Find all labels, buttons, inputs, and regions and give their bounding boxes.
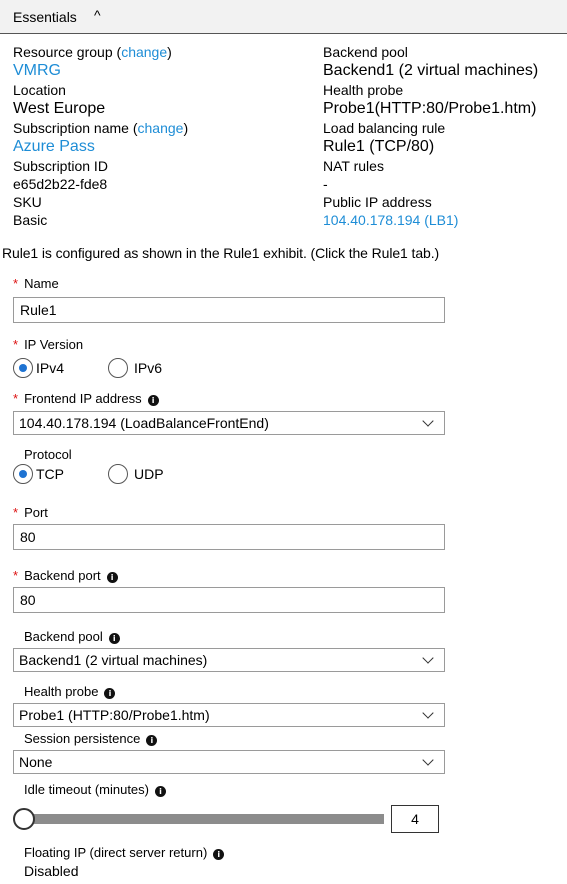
info-icon[interactable]: i — [106, 572, 118, 583]
info-icon[interactable]: i — [155, 786, 166, 797]
backend-port-label: * Backend port i — [13, 568, 118, 583]
protocol-label: Protocol — [24, 447, 72, 462]
name-input[interactable]: Rule1 — [13, 297, 445, 323]
essentials-title: Essentials — [13, 9, 77, 25]
resource-group-value-link[interactable]: VMRG — [13, 62, 61, 80]
idle-timeout-input[interactable]: 4 — [391, 805, 439, 833]
info-icon[interactable]: i — [147, 395, 159, 406]
required-mark: * — [13, 505, 19, 520]
essentials-header[interactable]: Essentials ^ — [0, 0, 567, 34]
frontend-ip-label: * Frontend IP address i — [13, 391, 159, 406]
session-persistence-dropdown[interactable]: None — [13, 750, 445, 774]
resource-group-change-link[interactable]: change — [121, 44, 167, 60]
backend-pool-label: Backend pool — [323, 44, 408, 60]
session-persistence-label: Session persistence i — [24, 731, 158, 746]
tcp-radio[interactable] — [13, 464, 33, 484]
subscription-name-label: Subscription name (change) — [13, 120, 189, 136]
health-probe-selected: Probe1 (HTTP:80/Probe1.htm) — [19, 707, 210, 723]
frontend-ip-value: 104.40.178.194 (LoadBalanceFrontEnd) — [19, 415, 269, 431]
floating-ip-label: Floating IP (direct server return) i — [24, 845, 225, 860]
port-label: * Port — [13, 505, 48, 520]
udp-radio[interactable] — [108, 464, 128, 484]
ipv4-label: IPv4 — [36, 360, 65, 376]
udp-label: UDP — [134, 466, 164, 482]
lb-rule-value: Rule1 (TCP/80) — [323, 138, 435, 155]
chevron-down-icon — [422, 415, 434, 427]
chevron-down-icon — [422, 754, 434, 766]
nat-rules-label: NAT rules — [323, 158, 384, 174]
required-mark: * — [13, 391, 19, 406]
resource-group-label: Resource group (change) — [13, 44, 172, 60]
idle-timeout-slider-thumb[interactable] — [13, 808, 35, 830]
port-input[interactable]: 80 — [13, 524, 445, 550]
subscription-id-value: e65d2b22-fde8 — [13, 176, 108, 192]
location-label: Location — [13, 82, 66, 98]
required-mark: * — [13, 337, 19, 352]
backend-pool-selected: Backend1 (2 virtual machines) — [19, 652, 208, 668]
backend-port-input[interactable]: 80 — [13, 587, 445, 613]
nat-rules-value: - — [323, 176, 328, 192]
tcp-label: TCP — [36, 466, 64, 482]
public-ip-value-link[interactable]: 104.40.178.194 (LB1) — [323, 212, 458, 228]
backend-pool-dropdown[interactable]: Backend1 (2 virtual machines) — [13, 648, 445, 672]
name-label: * Name — [13, 276, 59, 291]
backend-pool-value: Backend1 (2 virtual machines) — [323, 62, 539, 79]
ipv4-radio[interactable] — [13, 358, 33, 378]
subscription-id-label: Subscription ID — [13, 158, 108, 174]
sku-label: SKU — [13, 194, 42, 210]
required-mark: * — [13, 568, 19, 583]
health-probe-value: Probe1(HTTP:80/Probe1.htm) — [323, 100, 537, 117]
public-ip-label: Public IP address — [323, 194, 432, 210]
ip-version-label: * IP Version — [13, 337, 84, 352]
info-icon[interactable]: i — [108, 633, 120, 644]
health-probe-dropdown[interactable]: Probe1 (HTTP:80/Probe1.htm) — [13, 703, 445, 727]
info-icon[interactable]: i — [213, 849, 225, 860]
exhibit-caption: Rule1 is configured as shown in the Rule… — [2, 245, 440, 261]
info-icon[interactable]: i — [104, 688, 116, 699]
ipv6-label: IPv6 — [134, 360, 163, 376]
floating-ip-value: Disabled — [24, 863, 79, 879]
session-persistence-selected: None — [19, 754, 53, 770]
info-icon[interactable]: i — [146, 735, 158, 746]
chevron-down-icon — [422, 707, 434, 719]
health-probe-label: Health probe — [323, 82, 404, 98]
sku-value: Basic — [13, 212, 48, 228]
subscription-change-link[interactable]: change — [138, 120, 184, 136]
location-value: West Europe — [13, 100, 106, 117]
idle-timeout-slider-track[interactable] — [24, 814, 384, 824]
required-mark: * — [13, 276, 19, 291]
subscription-name-value-link[interactable]: Azure Pass — [13, 138, 95, 156]
lb-rule-label: Load balancing rule — [323, 120, 446, 136]
health-probe-field-label: Health probe i — [24, 684, 116, 699]
idle-timeout-label: Idle timeout (minutes) i — [24, 782, 166, 797]
backend-pool-field-label: Backend pool i — [24, 629, 120, 644]
frontend-ip-dropdown[interactable]: 104.40.178.194 (LoadBalanceFrontEnd) — [13, 411, 445, 435]
ipv6-radio[interactable] — [108, 358, 128, 378]
caret-up-icon[interactable]: ^ — [94, 7, 101, 23]
chevron-down-icon — [422, 652, 434, 664]
